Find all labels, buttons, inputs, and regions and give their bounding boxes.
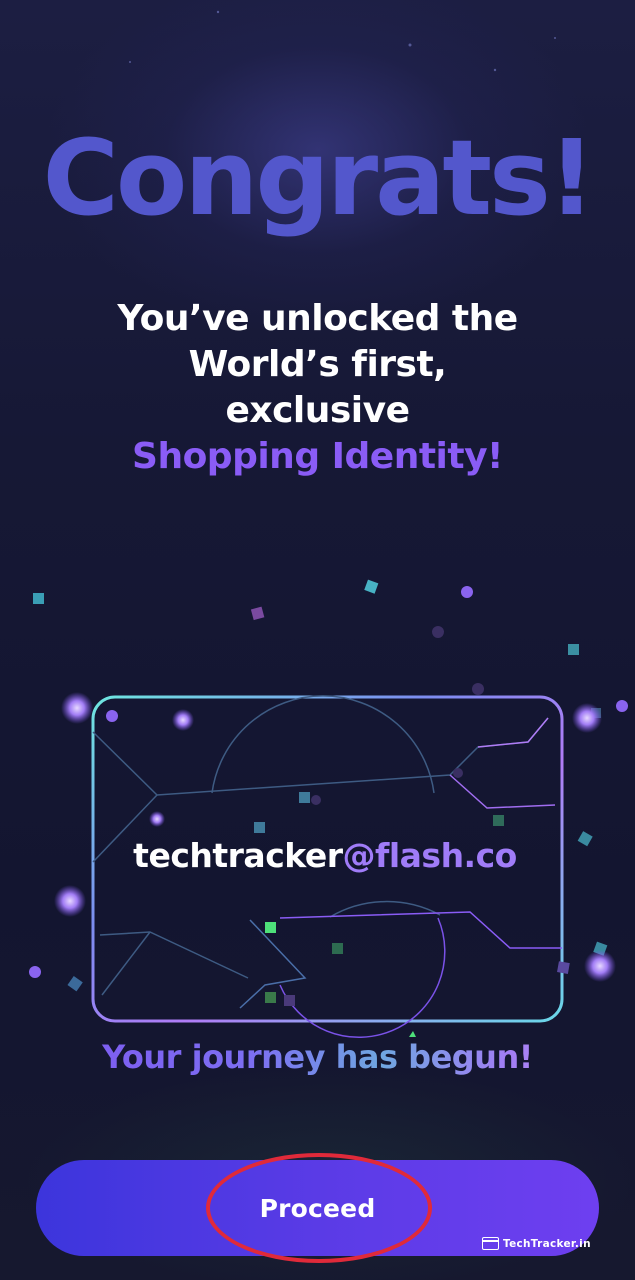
shopping-identity-highlight: Shopping Identity! [132, 436, 503, 477]
identity-domain: @flash.co [342, 836, 517, 875]
proceed-button-label: Proceed [259, 1193, 376, 1223]
unlock-message: You’ve unlocked the World’s first, exclu… [0, 296, 635, 480]
unlock-message-line-2: World’s first, [188, 344, 447, 385]
watermark: TechTracker.in [482, 1237, 591, 1250]
watermark-text: TechTracker.in [503, 1237, 591, 1250]
congrats-heading: Congrats! [42, 117, 596, 239]
identity-username: techtracker [133, 836, 343, 875]
unlock-message-line-3: exclusive [225, 390, 410, 431]
browser-window-icon [482, 1237, 499, 1250]
journey-message: Your journey has begun! [0, 1038, 635, 1076]
identity-card-handle: techtracker@flash.co [100, 836, 550, 875]
unlock-message-line-1: You’ve unlocked the [117, 298, 518, 339]
